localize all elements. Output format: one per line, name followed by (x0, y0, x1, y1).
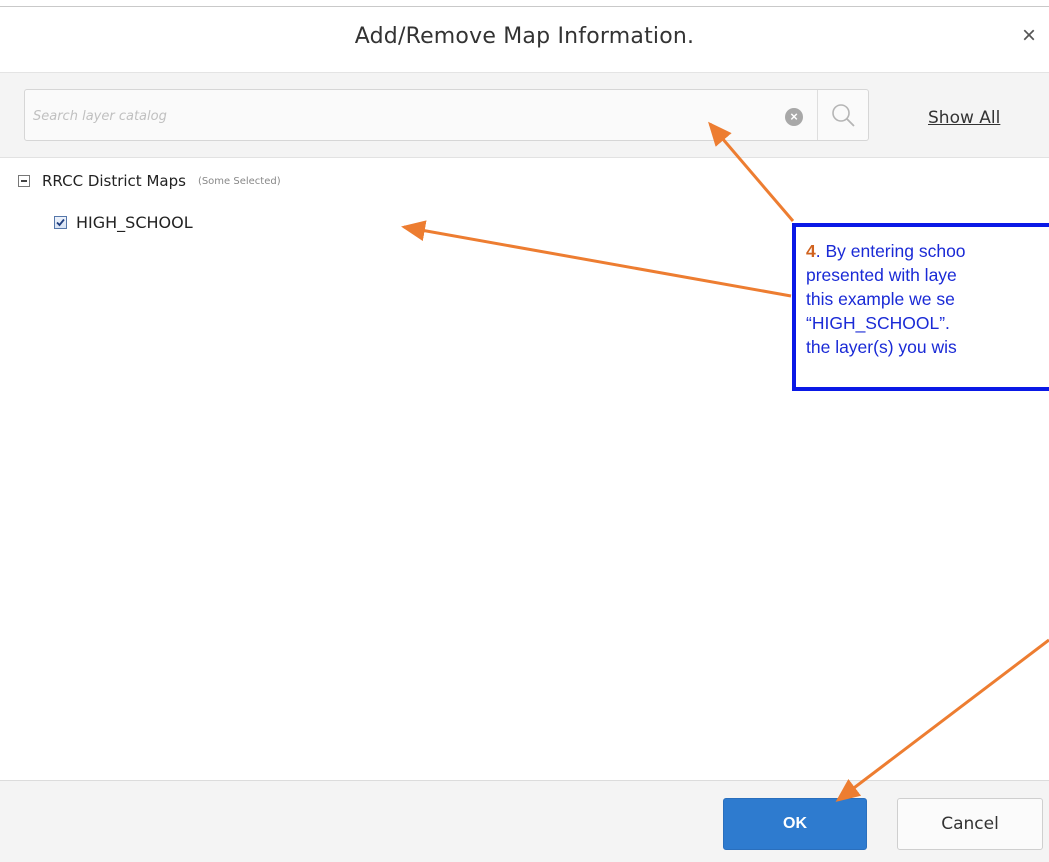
annotation-body: . By entering schoo presented with laye … (806, 241, 966, 357)
search-icon[interactable] (830, 102, 858, 130)
dialog-top-border (0, 6, 1049, 7)
layer-item-high-school[interactable]: HIGH_SCHOOL (54, 211, 193, 233)
group-label: RRCC District Maps (42, 172, 186, 190)
search-input[interactable] (31, 102, 735, 130)
ok-button[interactable]: OK (723, 798, 867, 850)
cancel-button[interactable]: Cancel (897, 798, 1043, 850)
annotation-callout: 4. By entering schoo presented with laye… (792, 223, 1049, 391)
annotation-text: 4. By entering schoo presented with laye… (806, 239, 1049, 359)
dialog-footer: OK Cancel (0, 780, 1049, 862)
tree-group-rrcc-district-maps[interactable]: RRCC District Maps (Some Selected) (18, 170, 281, 192)
add-remove-map-dialog: Add/Remove Map Information. × × Show All… (0, 0, 1049, 862)
layer-checkbox[interactable] (54, 215, 67, 229)
dialog-title: Add/Remove Map Information. (354, 24, 695, 49)
layer-label: HIGH_SCHOOL (76, 212, 193, 232)
clear-search-icon[interactable]: × (785, 108, 803, 126)
group-status: (Some Selected) (197, 175, 281, 187)
show-all-link[interactable]: Show All (928, 108, 1000, 128)
search-box: × (24, 89, 869, 141)
close-icon[interactable]: × (1017, 24, 1041, 48)
collapse-icon[interactable] (18, 175, 30, 187)
search-divider (817, 90, 818, 140)
annotation-step-number: 4 (806, 241, 816, 261)
search-bar: × Show All (0, 73, 1049, 158)
